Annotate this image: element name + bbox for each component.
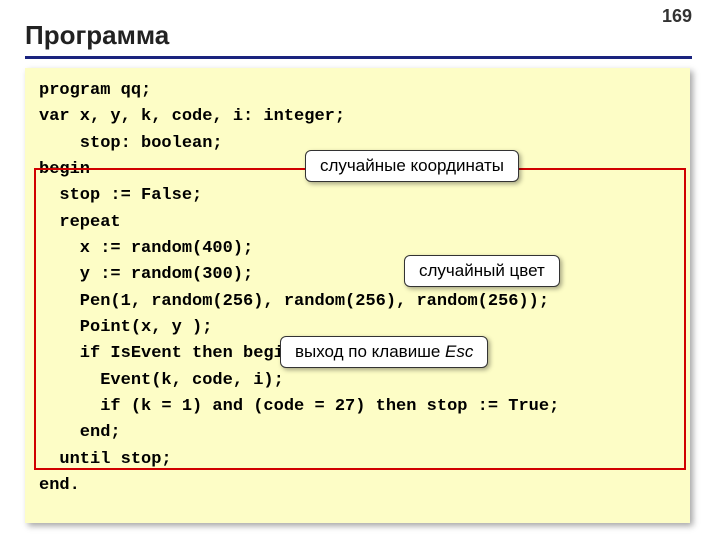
callout-esc: выход по клавише Esc (280, 336, 488, 368)
code-box: program qq; var x, y, k, code, i: intege… (25, 68, 690, 523)
code-listing: program qq; var x, y, k, code, i: intege… (39, 78, 676, 500)
callout-esc-em: Esc (445, 342, 473, 361)
page-title: Программа (25, 20, 169, 51)
callout-coords: случайные координаты (305, 150, 519, 182)
title-underline (25, 56, 692, 59)
callout-esc-prefix: выход по клавише (295, 342, 445, 361)
page-number: 169 (662, 6, 692, 27)
callout-color: случайный цвет (404, 255, 560, 287)
